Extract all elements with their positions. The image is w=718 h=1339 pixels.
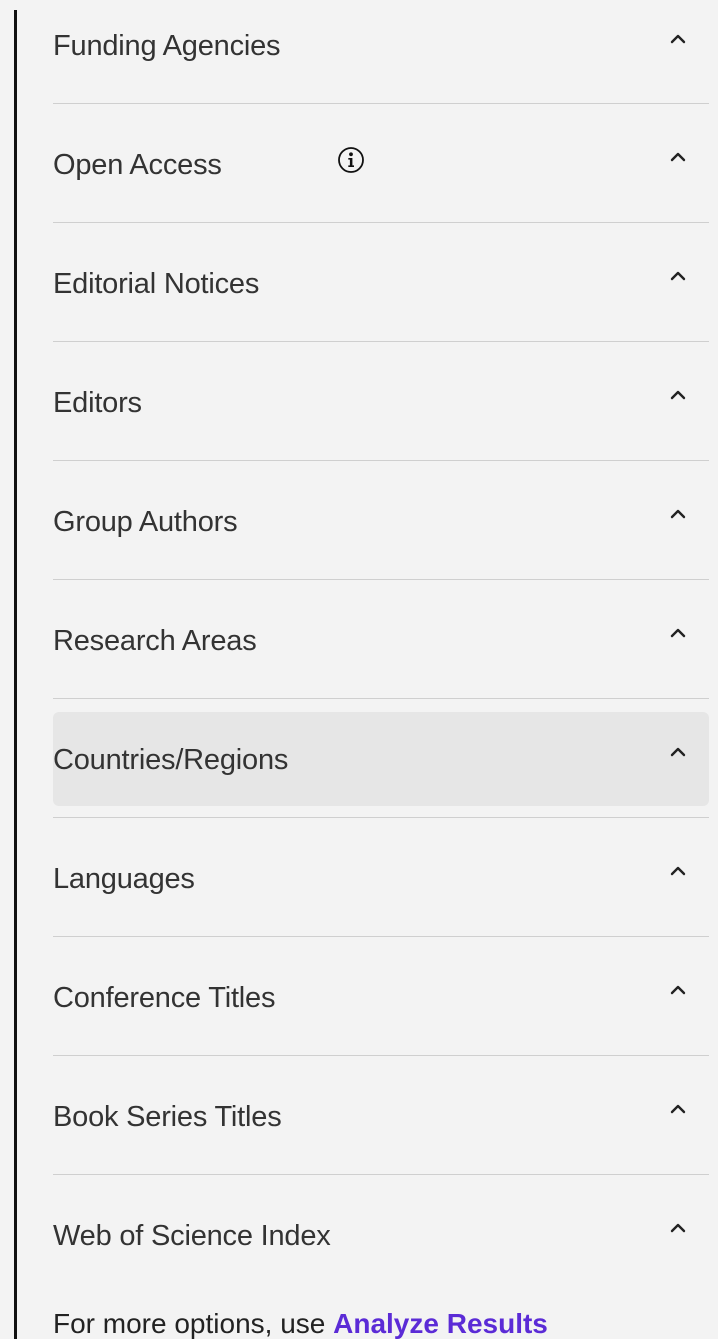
filter-label: Web of Science Index bbox=[53, 1220, 331, 1252]
filter-label: Research Areas bbox=[53, 625, 257, 657]
filter-row-hitarea[interactable] bbox=[53, 355, 709, 449]
chevron-up-icon[interactable] bbox=[669, 30, 687, 48]
filter-row-open-access[interactable]: Open Access bbox=[53, 104, 709, 223]
filter-label: Group Authors bbox=[53, 506, 238, 538]
filter-label: Open Access bbox=[53, 149, 222, 181]
filter-label: Languages bbox=[53, 863, 195, 895]
filter-row-group-authors[interactable]: Group Authors bbox=[53, 461, 709, 580]
filter-row-web-of-science-index[interactable]: Web of Science Index bbox=[53, 1175, 709, 1294]
chevron-up-icon[interactable] bbox=[669, 386, 687, 404]
analyze-results-hint: For more options, use Analyze Results bbox=[53, 1308, 548, 1339]
filter-row-funding-agencies[interactable]: Funding Agencies bbox=[53, 0, 709, 104]
analyze-results-link[interactable]: Analyze Results bbox=[333, 1308, 548, 1339]
chevron-up-icon[interactable] bbox=[669, 624, 687, 642]
filter-label: Editorial Notices bbox=[53, 268, 260, 300]
info-circle-icon[interactable] bbox=[337, 146, 365, 174]
filter-label: Countries/Regions bbox=[53, 744, 289, 776]
chevron-up-icon[interactable] bbox=[669, 862, 687, 880]
filter-panel-frame: Funding Agencies Open Access Editorial N… bbox=[0, 0, 718, 1339]
filter-row-editors[interactable]: Editors bbox=[53, 342, 709, 461]
chevron-up-icon[interactable] bbox=[669, 743, 687, 761]
chevron-up-icon[interactable] bbox=[669, 505, 687, 523]
filter-label: Conference Titles bbox=[53, 982, 276, 1014]
chevron-up-icon[interactable] bbox=[669, 1100, 687, 1118]
filter-label: Funding Agencies bbox=[53, 30, 281, 62]
filter-label: Book Series Titles bbox=[53, 1101, 282, 1133]
footer-prefix: For more options, use bbox=[53, 1308, 334, 1339]
filter-row-conference-titles[interactable]: Conference Titles bbox=[53, 937, 709, 1056]
chevron-up-icon[interactable] bbox=[669, 148, 687, 166]
filter-row-languages[interactable]: Languages bbox=[53, 818, 709, 937]
filter-row-countries-regions[interactable]: Countries/Regions bbox=[53, 699, 709, 818]
chevron-up-icon[interactable] bbox=[669, 981, 687, 999]
chevron-up-icon[interactable] bbox=[669, 267, 687, 285]
filter-row-research-areas[interactable]: Research Areas bbox=[53, 580, 709, 699]
left-border bbox=[14, 10, 17, 1339]
refine-filters-panel: Funding Agencies Open Access Editorial N… bbox=[53, 0, 709, 1294]
chevron-up-icon[interactable] bbox=[669, 1219, 687, 1237]
filter-row-editorial-notices[interactable]: Editorial Notices bbox=[53, 223, 709, 342]
filter-label: Editors bbox=[53, 387, 142, 419]
filter-row-book-series-titles[interactable]: Book Series Titles bbox=[53, 1056, 709, 1175]
